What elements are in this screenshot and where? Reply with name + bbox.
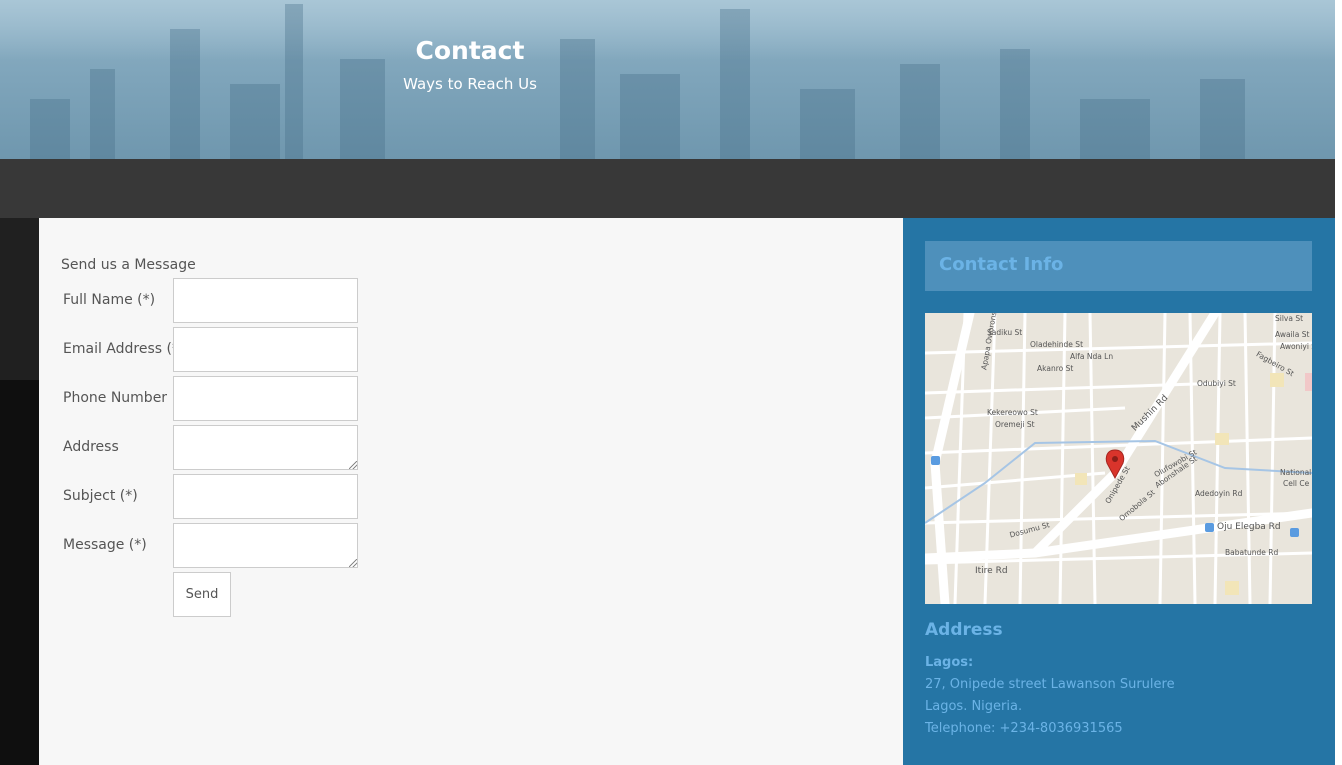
- svg-text:Alfa Nda Ln: Alfa Nda Ln: [1070, 352, 1113, 361]
- svg-text:National: National: [1280, 468, 1311, 477]
- email-row: Email Address (*): [63, 327, 363, 372]
- address-city: Lagos:: [925, 655, 974, 670]
- form-heading: Send us a Message: [61, 257, 196, 273]
- skyline-building: [900, 64, 940, 159]
- left-strip-top: [0, 218, 39, 380]
- address-textarea[interactable]: [173, 425, 358, 470]
- hero-sky: [0, 0, 1342, 60]
- phone-input[interactable]: [173, 376, 358, 421]
- skyline-building: [170, 29, 200, 159]
- full-name-row: Full Name (*): [63, 278, 363, 323]
- resize-handle-icon[interactable]: [349, 461, 357, 469]
- message-row: Message (*): [63, 523, 363, 568]
- message-textarea[interactable]: [173, 523, 358, 568]
- svg-text:Adedoyin Rd: Adedoyin Rd: [1195, 489, 1243, 498]
- subject-label: Subject (*): [63, 488, 138, 504]
- skyline-building: [1080, 99, 1150, 159]
- address-row: Address: [63, 425, 363, 470]
- skyline-building: [1000, 49, 1030, 159]
- email-input[interactable]: [173, 327, 358, 372]
- email-label: Email Address (*): [63, 341, 185, 357]
- svg-text:Babatunde Rd: Babatunde Rd: [1225, 548, 1279, 557]
- svg-text:Odubiyi St: Odubiyi St: [1197, 379, 1236, 388]
- subject-row: Subject (*): [63, 474, 363, 519]
- contact-info-heading: Contact Info: [925, 241, 1312, 291]
- skyline-building: [30, 99, 70, 159]
- svg-text:Awaila St: Awaila St: [1275, 330, 1309, 339]
- skyline-building: [800, 89, 855, 159]
- page-title: Contact: [415, 36, 525, 65]
- full-name-input[interactable]: [173, 278, 358, 323]
- map-canvas: Sadiku St Oladehinde St Alfa Nda Ln Akan…: [925, 313, 1312, 604]
- right-edge: [1335, 0, 1342, 765]
- subject-input[interactable]: [173, 474, 358, 519]
- message-label: Message (*): [63, 537, 147, 553]
- phone-label: Phone Number: [63, 390, 168, 406]
- address-label: Address: [63, 439, 119, 455]
- dark-band: [0, 159, 1335, 218]
- location-map[interactable]: Sadiku St Oladehinde St Alfa Nda Ln Akan…: [925, 313, 1312, 604]
- telephone: Telephone: +234-8036931565: [925, 721, 1123, 736]
- resize-handle-icon[interactable]: [349, 559, 357, 567]
- contact-form-section: Send us a Message Full Name (*) Email Ad…: [39, 218, 903, 765]
- skyline-building: [720, 9, 750, 159]
- skyline-building: [230, 84, 280, 159]
- full-name-label: Full Name (*): [63, 292, 156, 308]
- send-button[interactable]: Send: [173, 572, 231, 617]
- address-title: Address: [925, 620, 1003, 640]
- skyline-building: [340, 59, 385, 159]
- svg-text:Oju Elegba Rd: Oju Elegba Rd: [1217, 522, 1281, 532]
- svg-text:Cell Ce: Cell Ce: [1283, 479, 1310, 488]
- svg-text:Oladehinde St: Oladehinde St: [1030, 340, 1083, 349]
- address-street: 27, Onipede street Lawanson Surulere: [925, 677, 1175, 692]
- svg-text:Silva St: Silva St: [1275, 314, 1303, 323]
- svg-text:Itire Rd: Itire Rd: [975, 566, 1008, 576]
- address-region: Lagos. Nigeria.: [925, 699, 1023, 714]
- page-subtitle: Ways to Reach Us: [403, 75, 537, 93]
- svg-text:Akanro St: Akanro St: [1037, 364, 1073, 373]
- svg-text:Oremeji St: Oremeji St: [995, 420, 1035, 429]
- svg-text:Awoniyi St: Awoniyi St: [1280, 342, 1312, 351]
- svg-text:Kekereowo St: Kekereowo St: [987, 408, 1038, 417]
- hero-banner: Contact Ways to Reach Us: [0, 0, 1342, 159]
- contact-info-sidebar: Contact Info Sadiku St Oladehinde St Alf…: [903, 218, 1335, 765]
- skyline-building: [90, 69, 115, 159]
- phone-row: Phone Number: [63, 376, 363, 421]
- skyline-building: [1200, 79, 1245, 159]
